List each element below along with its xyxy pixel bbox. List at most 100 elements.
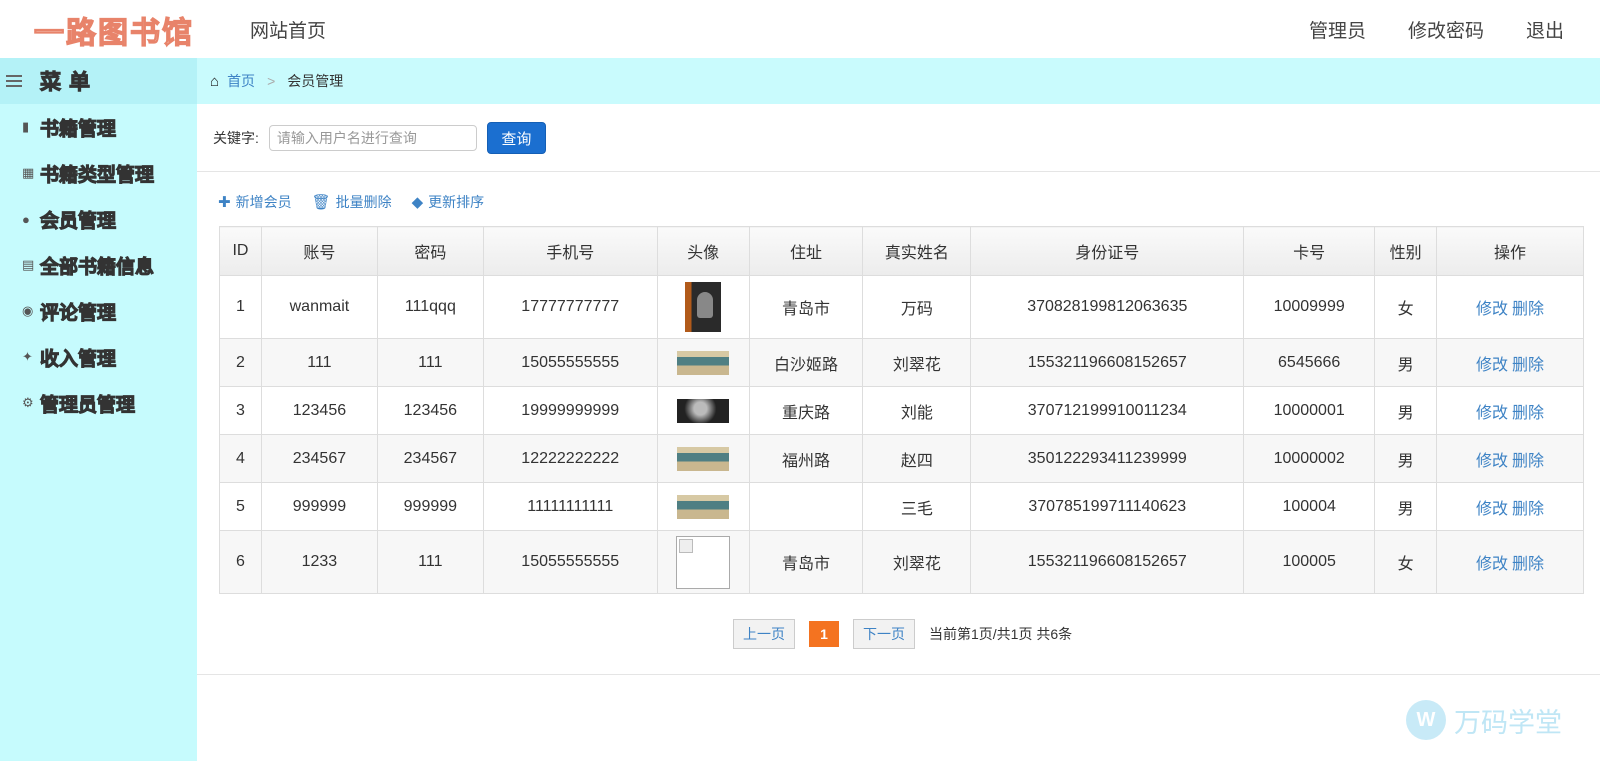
gender-cell: 男 [1374,386,1438,435]
card-number-cell: 6545666 [1243,338,1376,387]
real-name-cell: 刘翠花 [862,338,972,387]
sidebar-item-admin-management[interactable]: ⚙ 管理员管理 [0,380,197,426]
id-card-cell: 155321196608152657 [970,530,1245,594]
id-card-cell: 370828199812063635 [970,275,1245,339]
actions-cell: 修改 删除 [1436,386,1584,435]
breadcrumb-current: 会员管理 [287,73,344,89]
sidebar-item-label: 全部书籍信息 [39,256,155,278]
nav-site-home[interactable]: 网站首页 [250,16,326,43]
account-cell: wanmait [260,275,378,339]
edit-link[interactable]: 修改 [1476,357,1508,374]
menu-icon [6,72,22,90]
batch-delete-button[interactable]: 🗑 批量删除 [312,192,392,212]
update-sort-button[interactable]: ◆ 更新排序 [412,192,485,212]
search-input[interactable] [268,125,477,151]
avatar-image [677,446,730,471]
table-row: 6 1233 111 15055555555 青岛市 刘翠花 155321196608152… [219,530,1584,594]
edit-link[interactable]: 修改 [1476,453,1508,470]
search-bar: 关键字: 查询 [213,122,546,154]
account-cell: 999999 [260,482,378,531]
column-header: 住址 [748,226,864,276]
address-cell: 重庆路 [748,386,864,435]
divider [197,171,1600,172]
books-icon: ▦ [22,165,35,180]
delete-link[interactable]: 删除 [1512,453,1544,470]
next-page-button[interactable]: 下一页 [853,619,915,649]
prev-page-button[interactable]: 上一页 [733,619,795,649]
column-header: 操作 [1436,226,1584,276]
avatar-cell [656,338,750,387]
book-icon: ▮ [22,119,30,134]
table-row: 3 123456 123456 19999999999 重庆路 刘能 37071219991… [219,386,1584,435]
sidebar-item-book-management[interactable]: ▮ 书籍管理 [0,104,197,150]
phone-cell: 15055555555 [482,338,658,387]
nav-change-password[interactable]: 修改密码 [1408,16,1484,43]
password-cell: 111 [376,530,484,594]
account-cell: 1233 [260,530,378,594]
avatar-cell [656,434,750,483]
id-cell: 4 [219,434,262,483]
add-member-button[interactable]: ✚ 新增会员 [218,192,292,212]
password-cell: 999999 [376,482,484,531]
avatar-cell [656,530,750,594]
sidebar-item-all-books[interactable]: ▤ 全部书籍信息 [0,242,197,288]
table-header-row: ID 账号 密码 手机号 头像 住址 真实姓名 身份证号 卡号 性别 操作 [219,226,1584,276]
column-header: 账号 [260,226,378,276]
table-row: 2 111 111 15055555555 白沙姬路 刘翠花 155321196608152… [219,338,1584,387]
current-page[interactable]: 1 [809,621,839,647]
nav-admin[interactable]: 管理员 [1309,16,1366,43]
search-button[interactable]: 查询 [486,122,546,154]
edit-link[interactable]: 修改 [1476,301,1508,318]
sidebar-item-member-management[interactable]: ● 会员管理 [0,196,197,242]
avatar-image [677,350,730,375]
edit-link[interactable]: 修改 [1476,405,1508,422]
actions-cell: 修改 删除 [1436,482,1584,531]
id-cell: 1 [219,275,262,339]
delete-link[interactable]: 删除 [1512,357,1544,374]
breadcrumb: ⌂ 首页 > 会员管理 [197,58,1600,104]
column-header: 卡号 [1243,226,1376,276]
sidebar-item-comment-management[interactable]: ◉ 评论管理 [0,288,197,334]
top-bar: 一路图书馆 网站首页 管理员 修改密码 退出 [0,0,1600,58]
delete-link[interactable]: 删除 [1512,501,1544,518]
brand-logo-icon: W [1406,700,1446,740]
table-row: 4 234567 234567 12222222222 福州路 赵四 35012229341… [219,434,1584,483]
user-icon: ● [22,211,30,227]
sidebar-header[interactable]: 菜单 [0,58,197,104]
member-table: ID 账号 密码 手机号 头像 住址 真实姓名 身份证号 卡号 性别 操作 1 wanmait 111q… [219,226,1584,594]
delete-link[interactable]: 删除 [1512,405,1544,422]
avatar-image [677,398,730,423]
delete-link[interactable]: 删除 [1512,556,1544,573]
gender-cell: 男 [1374,338,1438,387]
sidebar-item-book-type-management[interactable]: ▦ 书籍类型管理 [0,150,197,196]
id-cell: 3 [219,386,262,435]
account-cell: 111 [260,338,378,387]
avatar-cell [656,275,750,339]
nav-logout[interactable]: 退出 [1526,16,1564,43]
id-card-cell: 350122293411239999 [970,434,1245,483]
edit-link[interactable]: 修改 [1476,501,1508,518]
plus-icon: ✚ [218,194,231,211]
breadcrumb-home[interactable]: 首页 [227,71,255,91]
column-header: 真实姓名 [862,226,972,276]
sidebar-item-label: 书籍管理 [39,118,117,140]
newspaper-icon: ▤ [22,257,35,272]
sidebar-item-label: 评论管理 [39,302,117,324]
phone-cell: 12222222222 [482,434,658,483]
batch-delete-label: 批量删除 [335,194,392,210]
address-cell: 青岛市 [748,275,864,339]
avatar-image [685,282,722,332]
password-cell: 234567 [376,434,484,483]
card-number-cell: 10009999 [1243,275,1376,339]
gender-cell: 男 [1374,482,1438,531]
comment-icon: ◉ [22,303,34,318]
sidebar-item-income-management[interactable]: ✦ 收入管理 [0,334,197,380]
column-header: 手机号 [482,226,658,276]
edit-link[interactable]: 修改 [1476,556,1508,573]
delete-link[interactable]: 删除 [1512,301,1544,318]
sidebar: 菜单 ▮ 书籍管理 ▦ 书籍类型管理 ● 会员管理 ▤ 全部书籍信息 ◉ 评论管… [0,58,197,761]
top-right-nav: 管理员 修改密码 退出 [1309,16,1564,43]
address-cell: 福州路 [748,434,864,483]
id-cell: 6 [219,530,262,594]
actions-cell: 修改 删除 [1436,338,1584,387]
